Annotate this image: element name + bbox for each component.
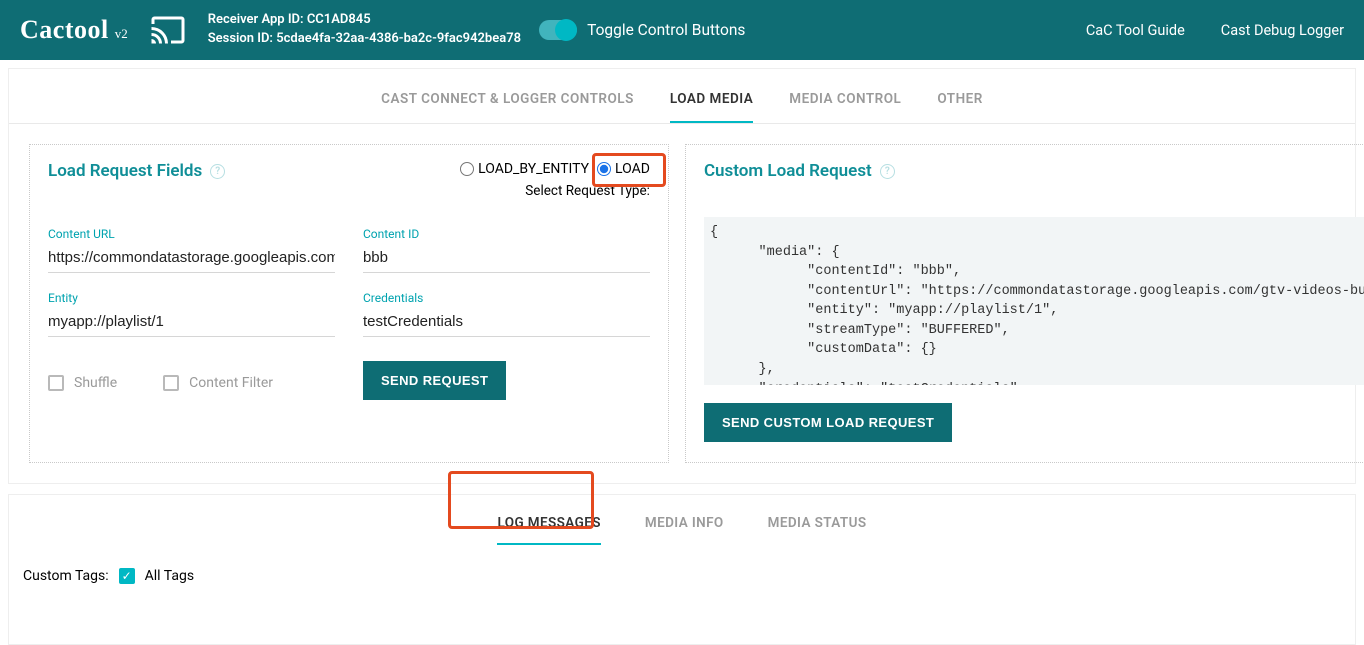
field-credentials: Credentials <box>363 291 650 337</box>
panel-title-custom-load: Custom Load Request ? <box>704 161 895 181</box>
toggle-label: Toggle Control Buttons <box>587 21 745 39</box>
link-cast-debug-logger[interactable]: Cast Debug Logger <box>1221 22 1344 39</box>
session-value: 5cdae4fa-32aa-4386-ba2c-9fac942bea78 <box>276 31 521 46</box>
checkbox-all-tags[interactable]: ✓ <box>119 568 135 584</box>
session-label: Session ID: <box>208 31 273 46</box>
receiver-label: Receiver App ID: <box>208 12 304 27</box>
send-custom-load-request-button[interactable]: SEND CUSTOM LOAD REQUEST <box>704 403 952 442</box>
tab-cast-connect[interactable]: CAST CONNECT & LOGGER CONTROLS <box>381 87 634 123</box>
panel-title-load-request: Load Request Fields ? <box>48 161 225 181</box>
help-icon[interactable]: ? <box>210 164 225 179</box>
link-cac-tool-guide[interactable]: CaC Tool Guide <box>1086 22 1185 39</box>
send-request-button[interactable]: SEND REQUEST <box>363 361 506 400</box>
tab-media-status[interactable]: MEDIA STATUS <box>768 511 867 545</box>
custom-tags-row: Custom Tags: ✓ All Tags <box>9 546 1355 584</box>
header-links: CaC Tool Guide Cast Debug Logger <box>1086 22 1344 39</box>
request-type-radio-group: LOAD_BY_ENTITY LOAD Select Request Type: <box>460 161 650 199</box>
logo-text: Cactool <box>20 15 109 45</box>
logo-version: v2 <box>115 26 128 42</box>
panel-load-request-fields: Load Request Fields ? LOAD_BY_ENTITY LOA… <box>29 144 669 463</box>
top-tabs: CAST CONNECT & LOGGER CONTROLS LOAD MEDI… <box>9 69 1355 124</box>
content-url-input[interactable] <box>48 245 335 273</box>
tab-other[interactable]: OTHER <box>937 87 982 123</box>
lower-tabs: LOG MESSAGES MEDIA INFO MEDIA STATUS <box>9 495 1355 546</box>
receiver-value: CC1AD845 <box>307 12 371 27</box>
field-content-id: Content ID <box>363 227 650 273</box>
cast-icon[interactable] <box>146 12 190 48</box>
checkbox-content-filter[interactable]: Content Filter <box>163 375 273 391</box>
panels-row: Load Request Fields ? LOAD_BY_ENTITY LOA… <box>9 124 1355 483</box>
app-header: Cactool v2 Receiver App ID: CC1AD845 Ses… <box>0 0 1364 60</box>
field-entity: Entity <box>48 291 335 337</box>
radio-load-by-entity[interactable]: LOAD_BY_ENTITY <box>460 161 589 177</box>
tab-log-messages[interactable]: LOG MESSAGES <box>497 511 600 545</box>
custom-load-json-editor[interactable]: { "media": { "contentId": "bbb", "conten… <box>704 217 1364 385</box>
options-row: Shuffle Content Filter <box>48 365 335 400</box>
tab-media-control[interactable]: MEDIA CONTROL <box>789 87 901 123</box>
panel-custom-load-request: Custom Load Request ? LOAD_BY_ENTITY LOA… <box>685 144 1364 463</box>
tab-media-info[interactable]: MEDIA INFO <box>645 511 724 545</box>
checkbox-shuffle[interactable]: Shuffle <box>48 375 117 391</box>
checkbox-icon[interactable] <box>48 375 64 391</box>
toggle-switch-icon[interactable] <box>539 20 577 40</box>
main-card: CAST CONNECT & LOGGER CONTROLS LOAD MEDI… <box>8 68 1356 484</box>
checkbox-icon[interactable] <box>163 375 179 391</box>
tab-load-media[interactable]: LOAD MEDIA <box>670 87 753 123</box>
radio-caption: Select Request Type: <box>460 183 650 199</box>
radio-load[interactable]: LOAD <box>597 161 650 177</box>
toggle-control-buttons[interactable]: Toggle Control Buttons <box>539 20 745 40</box>
field-content-url: Content URL <box>48 227 335 273</box>
session-info: Receiver App ID: CC1AD845 Session ID: 5c… <box>208 11 521 49</box>
credentials-input[interactable] <box>363 309 650 337</box>
logo: Cactool v2 <box>20 15 128 45</box>
content-id-input[interactable] <box>363 245 650 273</box>
entity-input[interactable] <box>48 309 335 337</box>
help-icon[interactable]: ? <box>880 164 895 179</box>
custom-tags-label: Custom Tags: <box>23 568 109 584</box>
lower-card: LOG MESSAGES MEDIA INFO MEDIA STATUS Cus… <box>8 494 1356 645</box>
all-tags-label: All Tags <box>145 568 194 584</box>
